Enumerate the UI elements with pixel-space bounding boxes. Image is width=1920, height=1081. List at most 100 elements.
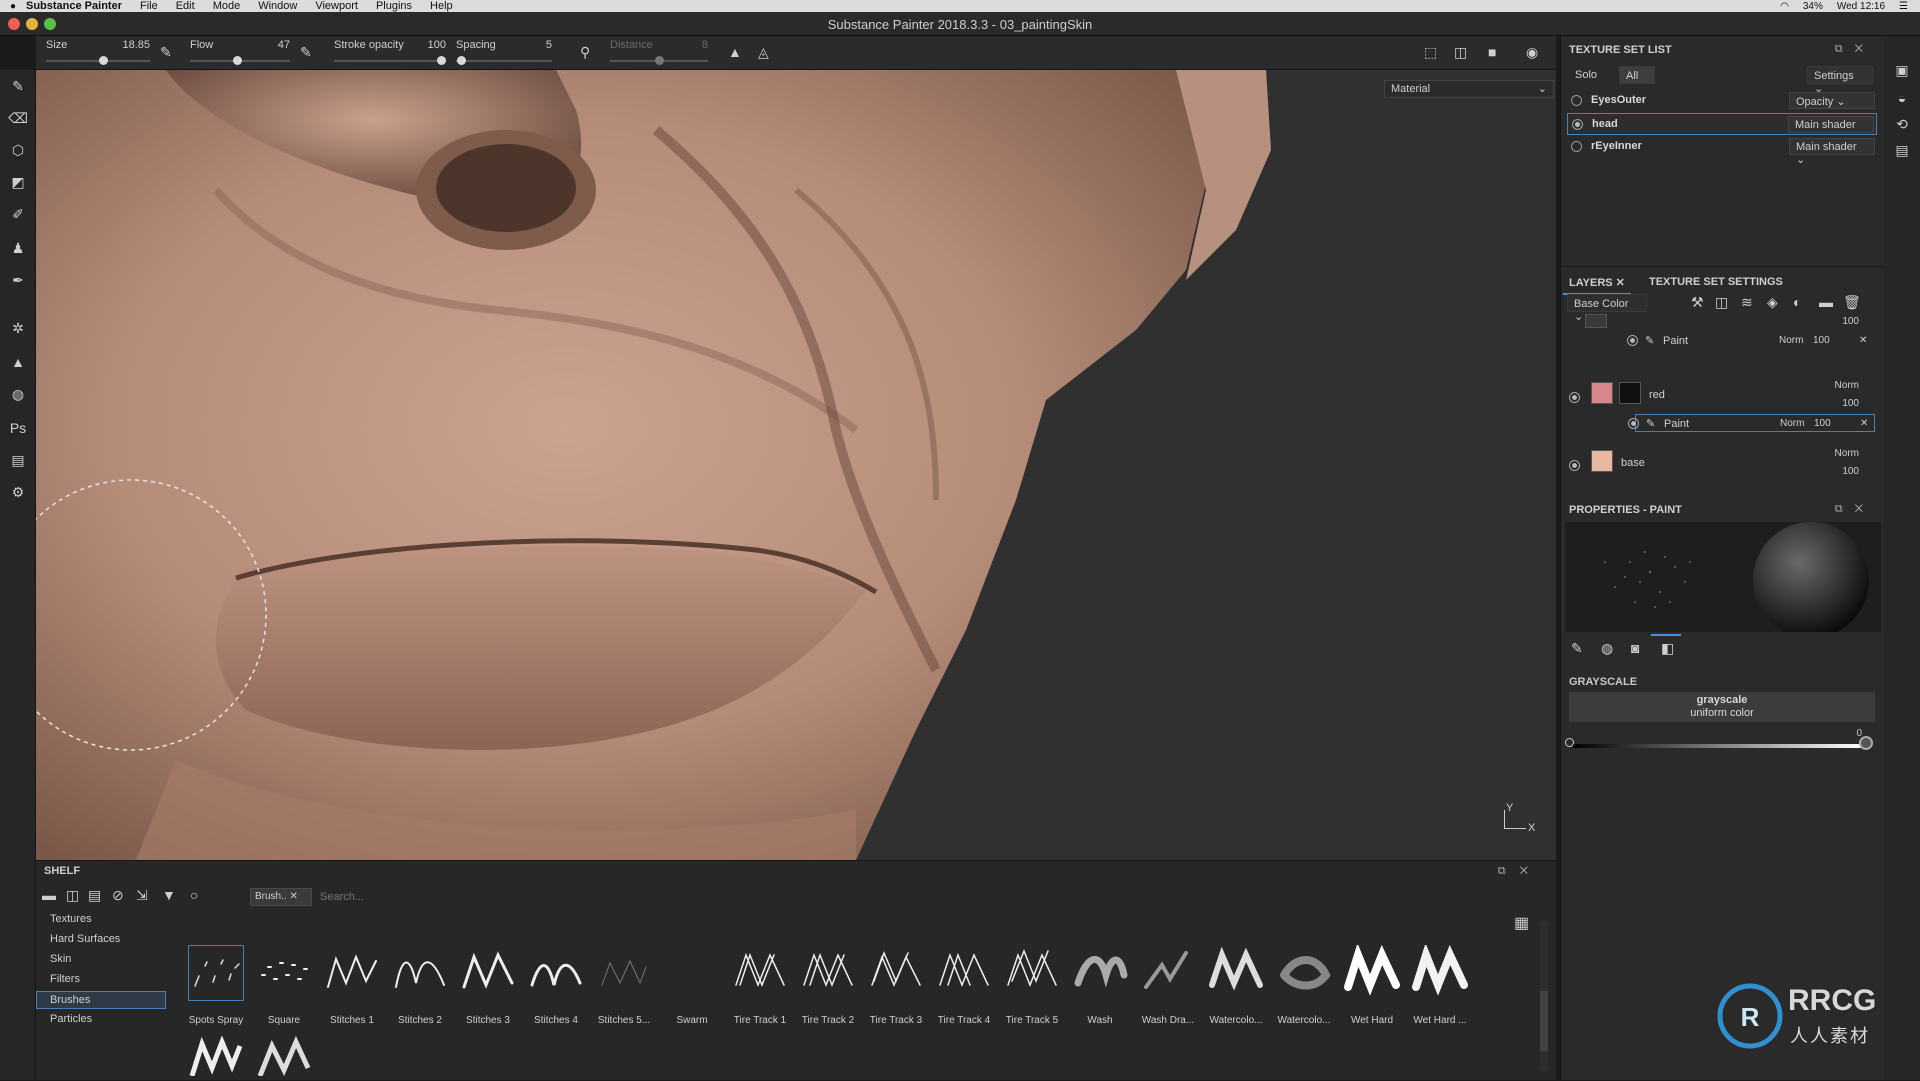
size-track[interactable] xyxy=(46,60,150,62)
add-layer-icon[interactable]: ◐ xyxy=(1793,294,1801,310)
apple-icon[interactable]: ● xyxy=(0,1,26,12)
brush-thumbnail[interactable] xyxy=(528,945,584,1001)
sculpted-head-render[interactable] xyxy=(36,70,1556,860)
layer-opacity[interactable]: 100 xyxy=(1842,316,1859,327)
stroke-opacity-track[interactable] xyxy=(334,60,446,62)
all-button[interactable]: All xyxy=(1619,66,1655,84)
viewport-mode-dropdown[interactable]: Material ⌄ xyxy=(1384,80,1554,98)
size-knob[interactable] xyxy=(99,56,109,65)
scrollbar-thumb[interactable] xyxy=(1540,991,1548,1051)
display-mode-icon[interactable]: ◫ xyxy=(1454,44,1467,61)
camera-icon[interactable]: ■ xyxy=(1488,44,1496,60)
paint-sublayer-selected[interactable]: ✎ Paint Norm 100 ✕ xyxy=(1628,414,1875,432)
3d-viewport[interactable]: Material ⌄ Y X xyxy=(36,70,1556,860)
float-panel-icon[interactable]: ⧉ xyxy=(1835,43,1855,55)
brush-item[interactable]: Watercolo... xyxy=(1276,945,1332,1037)
float-panel-icon[interactable]: ⧉ xyxy=(1498,865,1520,877)
filter-icon[interactable]: ▼ xyxy=(162,887,176,903)
photoshop-export-icon[interactable]: Ps xyxy=(0,420,36,436)
menu-viewport[interactable]: Viewport xyxy=(315,0,358,12)
category-particles[interactable]: Particles xyxy=(50,1013,92,1025)
menu-list-icon[interactable]: ☰ xyxy=(1899,1,1908,12)
spacing-value[interactable]: 5 xyxy=(546,39,552,51)
brush-item[interactable]: Wet Hard xyxy=(1344,943,1400,1037)
slider-min-handle[interactable] xyxy=(1565,738,1574,747)
mask-icon[interactable]: ◍ xyxy=(0,386,36,403)
log-icon[interactable]: ▤ xyxy=(1884,142,1920,159)
plugin-icon[interactable]: ⚙ xyxy=(0,484,36,501)
brush-thumbnail[interactable] xyxy=(936,945,992,1001)
spacing-track[interactable] xyxy=(456,60,552,62)
texture-set-row-selected[interactable]: head Main shader ⌄ xyxy=(1567,113,1877,144)
add-effect-icon[interactable]: ⚒ xyxy=(1691,294,1704,311)
brush-thumbnail-partial[interactable] xyxy=(256,1035,312,1077)
clone-stamp-icon[interactable]: ♟ xyxy=(0,240,36,257)
size-slider[interactable]: Size 18.85 xyxy=(46,36,150,70)
menu-edit[interactable]: Edit xyxy=(176,0,195,12)
blend-mode[interactable]: Norm xyxy=(1779,335,1803,346)
menu-file[interactable]: File xyxy=(140,0,158,12)
brush-thumbnail[interactable] xyxy=(324,945,380,1001)
spacing-knob[interactable] xyxy=(456,56,466,65)
brush-thumbnail[interactable] xyxy=(188,945,244,1001)
shader-dropdown[interactable]: Opacity ⌄ xyxy=(1789,92,1875,109)
select-object-icon[interactable]: ⬚ xyxy=(1424,44,1437,61)
remove-icon[interactable]: ✕ xyxy=(1859,335,1867,346)
particle-icon[interactable]: ▲ xyxy=(0,354,36,370)
distance-slider[interactable]: Distance 8 xyxy=(610,36,708,70)
brush-thumbnail[interactable] xyxy=(800,945,856,1001)
brush-thumbnail[interactable] xyxy=(1344,943,1400,1001)
layer-partial[interactable]: 100 ✎ Paint Norm 100 ✕ xyxy=(1567,314,1877,372)
brush-item[interactable]: Stitches 1 xyxy=(324,945,380,1037)
menu-help[interactable]: Help xyxy=(430,0,453,12)
stroke-opacity-value[interactable]: 100 xyxy=(428,39,446,51)
close-panel-icon[interactable]: ✕ xyxy=(1855,43,1875,55)
color-picker-icon[interactable]: ✒ xyxy=(0,272,36,289)
grayscale-slider[interactable] xyxy=(1573,744,1863,748)
blend-mode[interactable]: Norm xyxy=(1835,380,1859,391)
bake-icon[interactable]: ✲ xyxy=(0,320,36,337)
clear-filter-icon[interactable]: ○ xyxy=(190,887,198,903)
sublayer-opacity[interactable]: 100 xyxy=(1814,418,1831,429)
flow-value[interactable]: 47 xyxy=(278,39,290,51)
solo-button[interactable]: Solo xyxy=(1569,66,1603,84)
texture-set-list-icon[interactable]: ▣ xyxy=(1884,62,1920,79)
brush-thumbnail[interactable] xyxy=(460,945,516,1001)
stroke-opacity-knob[interactable] xyxy=(437,56,446,65)
brush-item[interactable]: Wash xyxy=(1072,945,1128,1037)
polygon-fill-icon[interactable]: ◩ xyxy=(0,174,36,191)
visibility-eye-icon[interactable] xyxy=(1569,392,1580,403)
radio-button[interactable] xyxy=(1571,141,1582,152)
wifi-icon[interactable]: ◠ xyxy=(1780,1,1789,12)
grayscale-mode-selector[interactable]: grayscale uniform color xyxy=(1569,692,1875,722)
app-menu[interactable]: Substance Painter xyxy=(26,0,122,12)
smudge-icon[interactable]: ✐ xyxy=(0,206,36,223)
clock[interactable]: Wed 12:16 xyxy=(1837,1,1885,12)
brush-item[interactable]: Stitches 5... xyxy=(596,945,652,1037)
category-skin[interactable]: Skin xyxy=(50,953,71,965)
menu-plugins[interactable]: Plugins xyxy=(376,0,412,12)
visibility-eye-icon[interactable] xyxy=(1627,335,1638,346)
brush-item[interactable]: Tire Track 5 xyxy=(1004,945,1060,1037)
brush-item[interactable]: Square xyxy=(256,945,312,1037)
brush-thumbnail[interactable] xyxy=(1412,943,1468,1001)
radio-button[interactable] xyxy=(1571,95,1582,106)
blend-mode[interactable]: Norm xyxy=(1835,448,1859,459)
layer-base[interactable]: base Norm 100 xyxy=(1567,448,1877,488)
visibility-eye-icon[interactable] xyxy=(1569,460,1580,471)
texture-set-row[interactable]: rEyeInner Main shader ⌄ xyxy=(1567,136,1877,166)
hide-icon[interactable]: ⊘ xyxy=(112,887,124,904)
menu-window[interactable]: Window xyxy=(258,0,297,12)
paint-bucket-icon[interactable]: ◈ xyxy=(1767,294,1778,311)
display-settings-icon[interactable]: ◒ xyxy=(1884,90,1920,106)
add-mask-icon[interactable]: ◫ xyxy=(1715,294,1728,311)
brush-properties-icon[interactable]: ✎ xyxy=(1571,640,1583,657)
category-brushes[interactable]: Brushes xyxy=(36,991,166,1009)
brush-item[interactable]: Tire Track 3 xyxy=(868,945,924,1037)
brush-item[interactable]: Spots Spray xyxy=(188,945,244,1037)
sublayer-opacity[interactable]: 100 xyxy=(1813,335,1830,346)
category-filters[interactable]: Filters xyxy=(50,973,80,985)
eraser-icon[interactable]: ⌫ xyxy=(0,110,36,127)
settings-dropdown[interactable]: Settings ⌄ xyxy=(1807,66,1873,95)
brush-item[interactable]: Wash Dra... xyxy=(1140,945,1196,1037)
